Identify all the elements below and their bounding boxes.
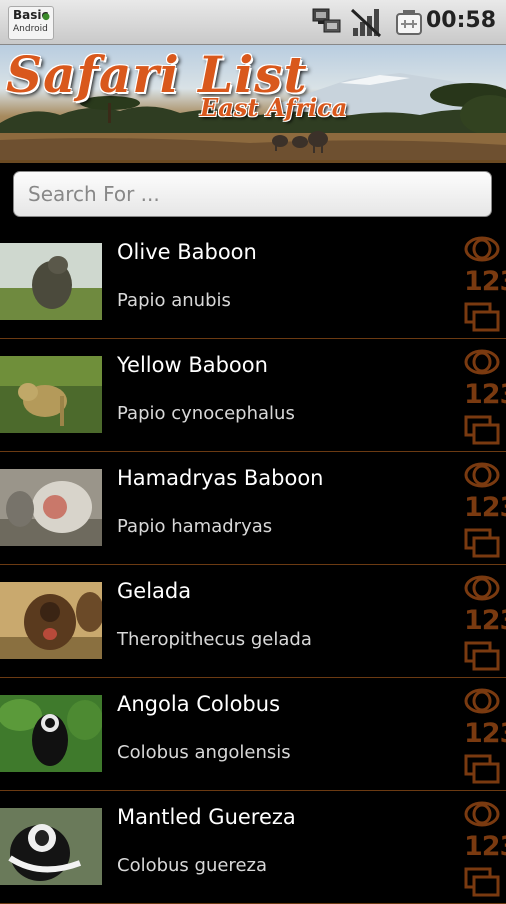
species-scientific-name: Colobus guereza [117,855,267,876]
species-name: Mantled Guereza [117,805,296,829]
eye-icon[interactable] [464,347,500,381]
copy-icon[interactable] [464,528,500,562]
species-thumbnail[interactable] [0,808,102,885]
eye-icon[interactable] [464,686,500,720]
species-name: Olive Baboon [117,240,257,264]
copy-icon[interactable] [464,867,500,901]
copy-icon[interactable] [464,641,500,675]
species-thumbnail[interactable] [0,582,102,659]
eye-icon[interactable] [464,799,500,833]
numbers-button[interactable]: 123 [464,606,506,636]
species-scientific-name: Papio cynocephalus [117,403,295,424]
numbers-button[interactable]: 123 [464,493,506,523]
header-banner: Safari List East Africa [0,45,506,163]
species-scientific-name: Papio anubis [117,290,231,311]
numbers-button[interactable]: 123 [464,267,506,297]
eye-icon[interactable] [464,573,500,607]
numbers-button[interactable]: 123 [464,380,506,410]
numbers-button[interactable]: 123 [464,832,506,862]
search-input[interactable] [13,171,492,217]
item-actions: 123 [462,799,506,901]
species-name: Yellow Baboon [117,353,268,377]
eye-icon[interactable] [464,460,500,494]
list-item[interactable]: Angola Colobus Colobus angolensis 123 [0,678,506,791]
item-actions: 123 [462,460,506,562]
list-item[interactable]: Mantled Guereza Colobus guereza 123 [0,791,506,904]
numbers-button[interactable]: 123 [464,719,506,749]
signal-off-icon [350,6,384,42]
species-scientific-name: Papio hamadryas [117,516,273,537]
species-scientific-name: Colobus angolensis [117,742,291,763]
item-actions: 123 [462,347,506,449]
list-item[interactable]: Yellow Baboon Papio cynocephalus 123 [0,339,506,452]
copy-icon[interactable] [464,415,500,449]
species-thumbnail[interactable] [0,695,102,772]
status-bar: Basic ● Android 00:58 [0,0,506,45]
copy-icon[interactable] [464,754,500,788]
battery-charging-icon [392,6,426,42]
item-actions: 123 [462,234,506,336]
status-time: 00:58 [425,8,496,33]
app-badge-line2: Android [13,24,48,34]
species-name: Hamadryas Baboon [117,466,324,490]
app-subtitle: East Africa [200,93,348,122]
list-item[interactable]: Gelada Theropithecus gelada 123 [0,565,506,678]
species-list: Olive Baboon Papio anubis 123 Yellow Bab… [0,226,506,904]
item-actions: 123 [462,686,506,788]
species-scientific-name: Theropithecus gelada [117,629,312,650]
app-notification-icon: Basic ● Android [8,6,54,40]
species-thumbnail[interactable] [0,469,102,546]
species-thumbnail[interactable] [0,243,102,320]
item-actions: 123 [462,573,506,675]
list-item[interactable]: Hamadryas Baboon Papio hamadryas 123 [0,452,506,565]
transfer-icon [310,6,344,42]
eye-icon[interactable] [464,234,500,268]
species-thumbnail[interactable] [0,356,102,433]
search-bar [0,163,506,225]
species-name: Angola Colobus [117,692,281,716]
app-badge-dot: ● [42,12,50,22]
species-name: Gelada [117,579,192,603]
copy-icon[interactable] [464,302,500,336]
list-item[interactable]: Olive Baboon Papio anubis 123 [0,226,506,339]
